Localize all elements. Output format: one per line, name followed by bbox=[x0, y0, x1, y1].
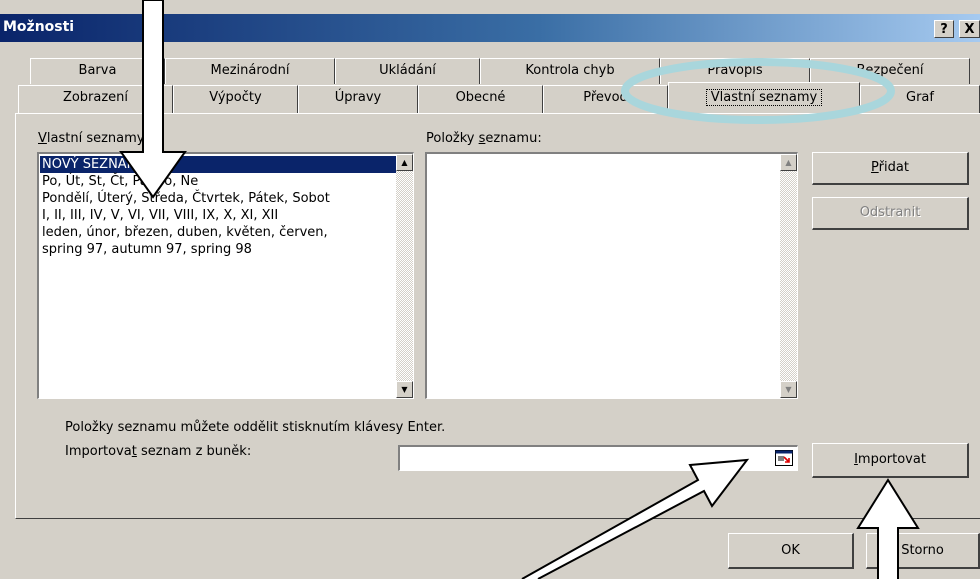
dialog-title: Možnosti bbox=[3, 19, 75, 35]
import-range-field[interactable] bbox=[398, 445, 798, 471]
list-item[interactable]: spring 97, autumn 97, spring 98 bbox=[40, 241, 396, 258]
hint-text: Položky seznamu můžete oddělit stisknutí… bbox=[65, 420, 446, 435]
tab-label: Vlastní seznamy bbox=[705, 89, 823, 106]
list-entries-label: Položky seznamu: bbox=[426, 131, 542, 146]
tab-label: Zobrazení bbox=[62, 90, 129, 105]
vertical-scrollbar[interactable]: ▲ ▼ bbox=[780, 154, 797, 398]
tab-upravy[interactable]: Úpravy bbox=[298, 85, 418, 113]
tab-prevod[interactable]: Převod bbox=[543, 85, 668, 113]
tab-label: Mezinárodní bbox=[210, 63, 290, 78]
import-label: Importovat seznam z buněk: bbox=[65, 444, 251, 459]
add-button[interactable]: Přidat bbox=[812, 152, 969, 185]
list-entries-textarea[interactable]: ▲ ▼ bbox=[425, 152, 798, 399]
label-text: seznam z buněk: bbox=[136, 444, 252, 459]
title-bar: Možnosti ? X bbox=[0, 14, 980, 42]
scroll-up-button[interactable]: ▲ bbox=[780, 154, 797, 171]
tab-label: Pravopis bbox=[707, 63, 763, 78]
ok-button[interactable]: OK bbox=[728, 533, 854, 569]
tab-obecne[interactable]: Obecné bbox=[418, 85, 543, 113]
tab-ukladani[interactable]: Ukládání bbox=[335, 58, 480, 84]
list-item[interactable]: leden, únor, březen, duben, květen, červ… bbox=[40, 224, 396, 241]
tab-label: Barva bbox=[78, 63, 117, 78]
label-text: Položky bbox=[426, 131, 479, 146]
accelerator-char: V bbox=[38, 131, 47, 146]
list-item[interactable]: NOVÝ SEZNAM bbox=[40, 156, 396, 173]
list-item[interactable]: Pondělí, Úterý, Středa, Čtvrtek, Pátek, … bbox=[40, 190, 396, 207]
tab-label: Převod bbox=[583, 90, 628, 105]
help-button[interactable]: ? bbox=[934, 20, 954, 38]
scroll-up-button[interactable]: ▲ bbox=[396, 154, 413, 171]
list-item[interactable]: I, II, III, IV, V, VI, VII, VIII, IX, X,… bbox=[40, 207, 396, 224]
tab-graf[interactable]: Graf bbox=[860, 85, 980, 113]
close-button[interactable]: X bbox=[959, 20, 980, 38]
button-label: řidat bbox=[878, 160, 909, 175]
tab-label: Bezpečení bbox=[856, 63, 924, 78]
scroll-down-button[interactable]: ▼ bbox=[780, 381, 797, 398]
button-label: mportovat bbox=[857, 452, 926, 467]
custom-lists-label: Vlastní seznamy: bbox=[38, 131, 148, 146]
tab-label: Obecné bbox=[455, 90, 506, 105]
accelerator-char: P bbox=[871, 160, 879, 175]
import-button[interactable]: Importovat bbox=[812, 443, 969, 478]
label-text: lastní seznamy: bbox=[46, 131, 148, 146]
options-dialog: Možnosti ? X Barva Mezinárodní Ukládání … bbox=[0, 0, 980, 579]
tab-barva[interactable]: Barva bbox=[30, 58, 165, 84]
custom-lists-listbox[interactable]: NOVÝ SEZNAM Po, Út, St, Čt, Pá, So, Ne P… bbox=[37, 152, 414, 399]
tab-kontrola-chyb[interactable]: Kontrola chyb bbox=[480, 58, 660, 84]
tab-label: Kontrola chyb bbox=[525, 63, 615, 78]
tab-label: Úpravy bbox=[334, 90, 382, 105]
remove-button[interactable]: Odstranit bbox=[812, 197, 969, 230]
collapse-dialog-icon[interactable] bbox=[775, 450, 793, 466]
list-item[interactable]: Po, Út, St, Čt, Pá, So, Ne bbox=[40, 173, 396, 190]
tab-vypocty[interactable]: Výpočty bbox=[173, 85, 298, 113]
tab-mezinarodni[interactable]: Mezinárodní bbox=[165, 58, 335, 84]
tab-pravopis[interactable]: Pravopis bbox=[660, 58, 810, 84]
tab-bezpeceni[interactable]: Bezpečení bbox=[810, 58, 970, 84]
tab-zobrazeni[interactable]: Zobrazení bbox=[18, 85, 173, 113]
cancel-button[interactable]: Storno bbox=[866, 533, 980, 569]
tab-label: Výpočty bbox=[209, 90, 262, 105]
label-text: eznamu: bbox=[485, 131, 542, 146]
vertical-scrollbar[interactable]: ▲ ▼ bbox=[396, 154, 413, 398]
scroll-down-button[interactable]: ▼ bbox=[396, 381, 413, 398]
tab-vlastni-seznamy[interactable]: Vlastní seznamy bbox=[668, 82, 860, 114]
list-items: NOVÝ SEZNAM Po, Út, St, Čt, Pá, So, Ne P… bbox=[40, 156, 396, 258]
label-text: Importova bbox=[65, 444, 132, 459]
tab-label: Graf bbox=[906, 90, 934, 105]
tab-label: Ukládání bbox=[379, 63, 436, 78]
